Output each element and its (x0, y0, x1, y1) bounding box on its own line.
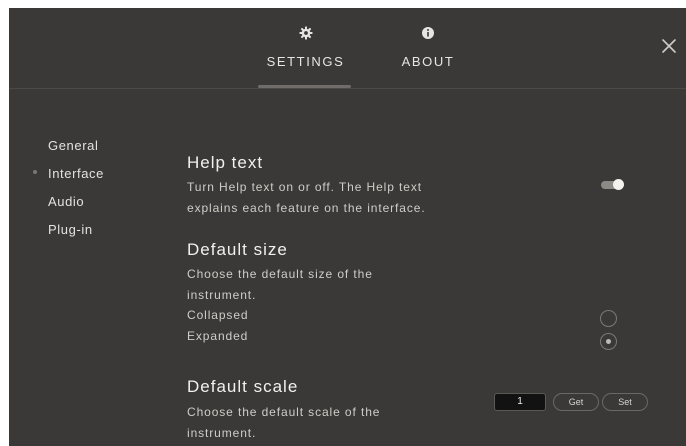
default-size-description-line: Choose the default size of the (187, 267, 373, 281)
sidebar-item-audio[interactable]: Audio (48, 194, 84, 209)
help-text-title: Help text (187, 153, 264, 172)
default-scale-description-line: instrument. (187, 425, 257, 440)
sidebar-item-interface[interactable]: Interface (48, 166, 104, 181)
settings-content: Help text Turn Help text on or off. The … (187, 8, 686, 446)
sidebar-item-general[interactable]: General (48, 138, 98, 153)
scale-value-input[interactable]: 1 (494, 393, 546, 411)
get-scale-button[interactable]: Get (553, 393, 599, 411)
default-size-description-line: instrument. (187, 287, 257, 302)
size-option-expanded-label: Expanded (187, 328, 249, 343)
default-scale-title: Default scale (187, 377, 299, 396)
toggle-knob (613, 179, 624, 190)
sidebar-item-label: Plug-in (48, 222, 93, 237)
default-scale-description: Choose the default scale of the instrume… (187, 402, 380, 443)
settings-window: SETTINGS ABOUT General Interface Audio P… (9, 8, 686, 446)
sidebar-item-label: Interface (48, 166, 104, 181)
help-text-description: Turn Help text on or off. The Help text … (187, 177, 426, 218)
default-size-description: Choose the default size of the instrumen… (187, 264, 373, 346)
sidebar-item-plug-in[interactable]: Plug-in (48, 222, 93, 237)
help-text-description-line: Turn Help text on or off. The Help text (187, 180, 422, 194)
sidebar-item-label: General (48, 138, 99, 153)
help-text-toggle[interactable] (601, 179, 624, 191)
set-scale-button[interactable]: Set (602, 393, 648, 411)
default-size-title: Default size (187, 240, 288, 259)
active-item-dot (33, 170, 37, 174)
size-option-expanded-radio[interactable] (600, 333, 617, 350)
size-option-collapsed-label: Collapsed (187, 308, 249, 322)
help-text-description-line: explains each feature on the interface. (187, 200, 426, 215)
sidebar-item-label: Audio (48, 194, 85, 209)
size-option-collapsed-radio[interactable] (600, 310, 617, 327)
default-scale-description-line: Choose the default scale of the (187, 405, 381, 419)
